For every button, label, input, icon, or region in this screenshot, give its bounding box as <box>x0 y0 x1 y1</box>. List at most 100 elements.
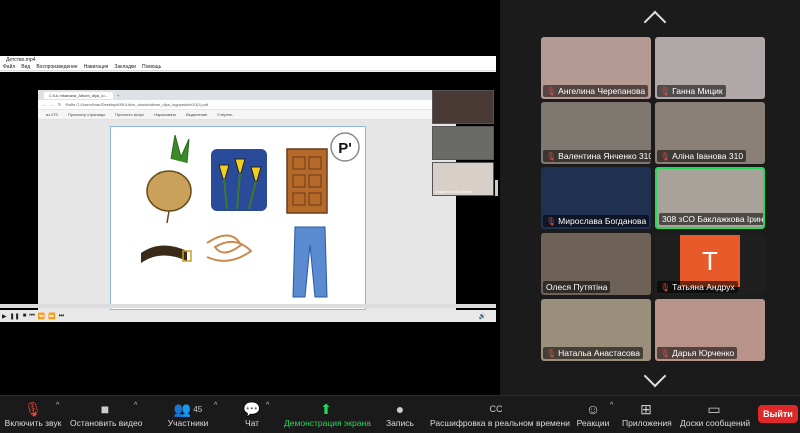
audio-options-caret-icon[interactable]: ^ <box>56 402 59 409</box>
reactions-label: Реакции <box>576 418 610 428</box>
whiteboard-button[interactable]: ▭ Доски сообщений <box>680 400 751 429</box>
video-tile[interactable]: 🎙 Валентина Янченко 310 <box>541 102 651 164</box>
tile-name-label: 🎙 Валентина Янченко 310 <box>543 150 651 162</box>
zoom-meeting-window: Детство.mp4 Файл Вид Воспроизведение Нав… <box>0 0 800 433</box>
mini-video-tile <box>432 126 494 160</box>
mini-tile-name: Angelina Kaka Zoom <box>435 189 473 194</box>
mute-label: Включить звук <box>4 418 62 428</box>
video-tile[interactable]: 🎙 Мирослава Богданова <box>541 167 651 229</box>
tool-page-view[interactable]: Просмотр страницы <box>68 112 105 117</box>
participants-caret-icon[interactable]: ^ <box>214 402 217 409</box>
player-title: Детство.mp4 <box>0 56 496 64</box>
rewind-icon[interactable]: ⏪ <box>38 313 45 320</box>
captions-button[interactable]: CC Расшифровка в реальном времени <box>430 400 570 428</box>
player-controls: ▶ ❚❚ ■ ⏮ ⏪ ⏩ ⏭ 🔊 <box>0 310 496 322</box>
pdf-illustrations: Р' <box>141 132 360 298</box>
reload-icon[interactable]: ↻ <box>58 102 61 107</box>
mini-video-tile: Angelina Kaka Zoom <box>432 162 494 196</box>
url-field[interactable]: Файл C:/Users/Ivan/Desktop/КЛК/Litvin_ob… <box>65 102 208 107</box>
reactions-button[interactable]: ☺ Реакции <box>576 400 610 428</box>
mic-off-icon: 🎙 <box>660 282 671 292</box>
video-tile[interactable]: Олеся Путятіна <box>541 233 651 295</box>
pdf-page: Р' <box>110 126 366 310</box>
menu-bookmarks[interactable]: Закладки <box>114 64 136 70</box>
whiteboard-icon: ▭ <box>707 400 721 417</box>
mic-off-icon: 🎙 <box>660 86 671 96</box>
browser-tab[interactable]: C:/Lk.mhahana_Albom_dlya_lo... <box>44 91 113 99</box>
mic-off-icon: 🎙 <box>546 86 557 96</box>
smile-icon: ☺ <box>585 401 601 417</box>
menu-help[interactable]: Помощь <box>142 64 161 70</box>
pdf-page-counter: из 270 <box>46 112 58 117</box>
jeans-image <box>292 226 328 298</box>
split-handle[interactable] <box>495 180 498 196</box>
menu-playback[interactable]: Воспроизведение <box>36 64 77 70</box>
mic-off-icon: 🎙 <box>546 151 557 161</box>
new-tab-icon[interactable]: + <box>117 93 119 98</box>
video-tile-avatar[interactable]: Т 🎙 Татьяна Андрух <box>655 233 765 295</box>
participants-button[interactable]: 👥 45 Участники <box>164 400 212 429</box>
door-image <box>286 148 328 214</box>
tile-name-label: 🎙 Татьяна Андрух <box>657 281 738 293</box>
tool-highlight[interactable]: Выделение <box>186 112 207 117</box>
mute-button[interactable]: 🎙 Включить звук <box>4 400 62 429</box>
forward-icon[interactable]: → <box>50 102 54 107</box>
menu-view[interactable]: Вид <box>21 64 30 70</box>
video-tile[interactable]: 🎙 Натальа Анастасова <box>541 299 651 361</box>
back-icon[interactable]: ← <box>42 102 46 107</box>
record-button[interactable]: ● Запись <box>384 400 416 428</box>
chat-caret-icon[interactable]: ^ <box>266 402 269 409</box>
apps-button[interactable]: ⊞ Приложения <box>622 400 672 429</box>
play-icon[interactable]: ▶ <box>2 313 7 320</box>
video-label: Остановить видео <box>70 418 143 428</box>
reactions-caret-icon[interactable]: ^ <box>610 402 613 409</box>
prev-icon[interactable]: ⏮ <box>29 313 34 320</box>
stop-icon[interactable]: ■ <box>23 313 27 319</box>
tile-name-label: 🎙 Аліна Іванова 310 <box>657 150 747 162</box>
next-icon[interactable]: ⏭ <box>59 313 64 320</box>
pdf-toolbar: из 270 Просмотр страницы Прочесть вслух … <box>38 110 456 120</box>
video-tile[interactable]: 🎙 Аліна Іванова 310 <box>655 102 765 164</box>
share-screen-button[interactable]: ⬆ Демонстрация экрана <box>284 400 371 429</box>
forward-icon[interactable]: ⏩ <box>48 313 55 320</box>
video-tile-active-speaker[interactable]: 308 зСО Баклажкова Ірина <box>655 167 765 229</box>
letter-badge: Р' <box>330 132 360 162</box>
rope-image <box>206 234 253 262</box>
mic-off-icon: 🎙 <box>660 151 671 161</box>
record-icon: ● <box>395 401 405 417</box>
seek-bar[interactable] <box>0 304 496 308</box>
tile-name-label: 🎙 Натальа Анастасова <box>543 347 643 359</box>
tool-read-aloud[interactable]: Прочесть вслух <box>115 112 144 117</box>
share-screen-label: Демонстрация экрана <box>284 418 371 428</box>
browser-address-bar: ← → ↻ Файл C:/Users/Ivan/Desktop/КЛК/Lit… <box>38 100 456 110</box>
video-tile[interactable]: 🎙 Дарья Юрченко <box>655 299 765 361</box>
apps-label: Приложения <box>622 418 672 428</box>
mic-off-icon: 🎙 <box>546 216 557 226</box>
participants-icon: 👥 45 <box>173 400 203 417</box>
volume-icon[interactable]: 🔊 <box>479 313 486 320</box>
menu-file[interactable]: Файл <box>3 64 15 70</box>
gallery-up-chevron-icon[interactable] <box>643 10 667 34</box>
pdf-browser-window: C:/Lk.mhahana_Albom_dlya_lo... + ← → ↻ Ф… <box>38 90 494 310</box>
pdf-viewer: Р' <box>38 120 456 310</box>
browser-tab-bar: C:/Lk.mhahana_Albom_dlya_lo... + <box>38 90 456 100</box>
video-options-caret-icon[interactable]: ^ <box>134 402 137 409</box>
menu-navigation[interactable]: Навигация <box>84 64 109 70</box>
tool-erase[interactable]: Стереть <box>217 112 232 117</box>
whiteboard-label: Доски сообщений <box>680 418 751 428</box>
video-tile[interactable]: 🎙 Ганна Мицик <box>655 37 765 99</box>
chat-button[interactable]: 💬 Чат <box>240 400 264 429</box>
meeting-toolbar: 🎙 Включить звук ^ ■ Остановить видео ^ 👥… <box>0 395 800 433</box>
pause-icon[interactable]: ❚❚ <box>10 313 20 320</box>
video-tile[interactable]: 🎙 Ангелина Черепанова <box>541 37 651 99</box>
shared-screen: Детство.mp4 Файл Вид Воспроизведение Нав… <box>0 0 500 395</box>
video-button[interactable]: ■ Остановить видео <box>70 400 143 428</box>
tool-draw[interactable]: Нарисовать <box>154 112 176 117</box>
leave-button[interactable]: Выйти <box>758 405 798 423</box>
letter-badge-text: Р' <box>338 140 352 157</box>
apps-icon: ⊞ <box>640 400 652 417</box>
gallery-down-chevron-icon[interactable] <box>643 364 667 388</box>
lanterns-image <box>211 149 267 211</box>
captions-label: Расшифровка в реальном времени <box>430 418 570 428</box>
tile-name-label: 🎙 Ангелина Черепанова <box>543 85 649 97</box>
